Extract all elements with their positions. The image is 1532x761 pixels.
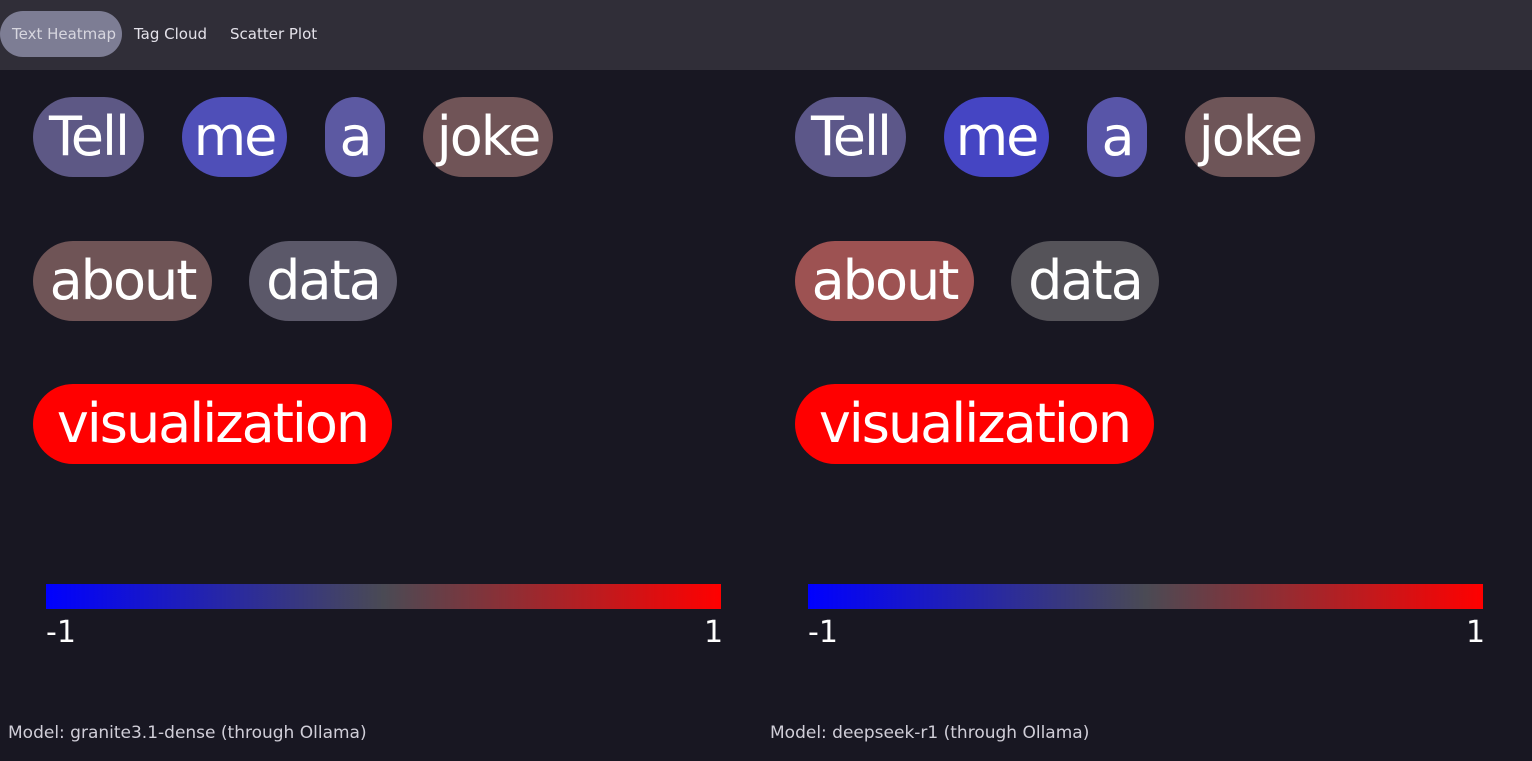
token-a: a (1087, 97, 1147, 177)
token-me: me (944, 97, 1049, 177)
token-data: data (1011, 241, 1159, 321)
token-tell: Tell (795, 97, 906, 177)
token-data: data (249, 241, 397, 321)
heatmap-panel-deepseek: Tell me a joke about data visualization … (762, 70, 1524, 761)
tab-tag-cloud[interactable]: Tag Cloud (134, 11, 207, 57)
token-about: about (33, 241, 212, 321)
color-scale-max-label: 1 (704, 615, 724, 650)
top-navigation-bar: Text Heatmap Tag Cloud Scatter Plot (0, 0, 1532, 70)
heatmap-panel-granite: Tell me a joke about data visualization … (0, 70, 762, 761)
color-scale-bar (808, 584, 1483, 609)
model-caption: Model: deepseek-r1 (through Ollama) (770, 723, 1090, 743)
tab-text-heatmap[interactable]: Text Heatmap (0, 11, 122, 57)
token-joke: joke (423, 97, 553, 177)
token-a: a (325, 97, 385, 177)
tab-scatter-plot[interactable]: Scatter Plot (230, 11, 317, 57)
token-visualization: visualization (795, 384, 1154, 464)
token-joke: joke (1185, 97, 1315, 177)
token-me: me (182, 97, 287, 177)
token-about: about (795, 241, 974, 321)
color-scale-min-label: -1 (46, 615, 76, 650)
token-tell: Tell (33, 97, 144, 177)
color-scale-max-label: 1 (1466, 615, 1486, 650)
model-caption: Model: granite3.1-dense (through Ollama) (8, 723, 367, 743)
color-scale-bar (46, 584, 721, 609)
color-scale-min-label: -1 (808, 615, 838, 650)
token-visualization: visualization (33, 384, 392, 464)
